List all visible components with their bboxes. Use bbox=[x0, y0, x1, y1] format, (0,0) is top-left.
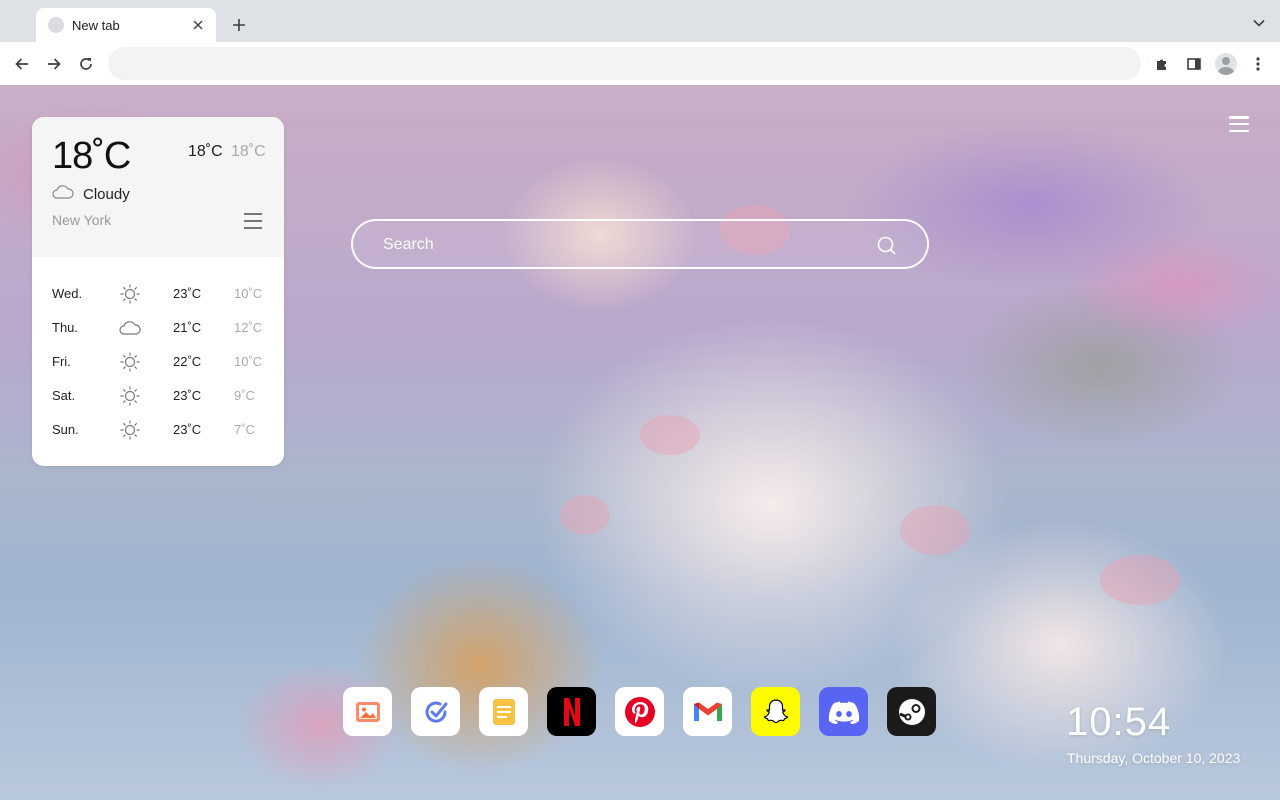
forecast-day: Sun. bbox=[52, 422, 79, 437]
forecast-row: Thu. 21˚C 12˚C bbox=[32, 311, 284, 345]
forecast-day: Sat. bbox=[52, 388, 76, 403]
forecast-day: Fri. bbox=[52, 354, 71, 369]
hamburger-menu-icon[interactable] bbox=[1229, 116, 1249, 132]
low-temperature: 18˚C bbox=[231, 143, 266, 160]
address-bar-input[interactable] bbox=[108, 47, 1141, 80]
forecast-high: 23˚C bbox=[173, 286, 202, 301]
tab-strip: New tab bbox=[0, 0, 1280, 42]
weather-condition: Cloudy bbox=[83, 186, 130, 203]
new-tab-button[interactable] bbox=[228, 14, 250, 36]
more-vertical-icon[interactable] bbox=[1246, 52, 1270, 76]
pinterest-icon[interactable] bbox=[615, 687, 664, 736]
new-tab-page: 18˚C 18˚C 18˚C Cloudy New York Wed. 23˚C… bbox=[0, 85, 1280, 800]
sun-icon bbox=[119, 419, 141, 441]
weather-city: New York bbox=[52, 212, 112, 228]
forecast-row: Fri. 22˚C 10˚C bbox=[32, 345, 284, 379]
tab-title: New tab bbox=[72, 17, 120, 33]
forecast-low: 7˚C bbox=[234, 422, 255, 437]
clock-date: Thursday, October 10, 2023 bbox=[1067, 750, 1241, 766]
image-icon[interactable] bbox=[343, 687, 392, 736]
forecast-high: 22˚C bbox=[173, 354, 202, 369]
sun-icon bbox=[119, 385, 141, 407]
search-input[interactable] bbox=[383, 233, 863, 257]
forecast-low: 12˚C bbox=[234, 320, 263, 335]
forecast-high: 23˚C bbox=[173, 422, 202, 437]
extensions-puzzle-icon[interactable] bbox=[1150, 52, 1174, 76]
gmail-icon[interactable] bbox=[683, 687, 732, 736]
search-icon[interactable] bbox=[877, 236, 897, 256]
weather-menu-icon[interactable] bbox=[244, 213, 262, 229]
tab-new-tab[interactable]: New tab bbox=[36, 8, 216, 42]
forecast-row: Wed. 23˚C 10˚C bbox=[32, 277, 284, 311]
sun-icon bbox=[119, 283, 141, 305]
netflix-icon[interactable] bbox=[547, 687, 596, 736]
check-icon[interactable] bbox=[411, 687, 460, 736]
forecast-row: Sun. 23˚C 7˚C bbox=[32, 413, 284, 447]
forecast-low: 9˚C bbox=[234, 388, 255, 403]
close-tab-icon[interactable] bbox=[190, 17, 206, 33]
high-temperature: 18˚C bbox=[188, 143, 223, 160]
snapchat-icon[interactable] bbox=[751, 687, 800, 736]
note-icon[interactable] bbox=[479, 687, 528, 736]
clock-time: 10:54 bbox=[1066, 700, 1172, 744]
forecast-row: Sat. 23˚C 9˚C bbox=[32, 379, 284, 413]
forward-arrow-icon[interactable] bbox=[42, 52, 66, 76]
app-dock bbox=[343, 687, 936, 736]
steam-icon[interactable] bbox=[887, 687, 936, 736]
forecast-low: 10˚C bbox=[234, 354, 263, 369]
forecast-high: 21˚C bbox=[173, 320, 202, 335]
back-arrow-icon[interactable] bbox=[10, 52, 34, 76]
browser-toolbar bbox=[0, 42, 1280, 85]
favicon-icon bbox=[48, 17, 64, 33]
forecast-low: 10˚C bbox=[234, 286, 263, 301]
forecast-day: Thu. bbox=[52, 320, 79, 335]
side-panel-icon[interactable] bbox=[1182, 52, 1206, 76]
weather-current: 18˚C 18˚C 18˚C Cloudy New York bbox=[32, 117, 284, 257]
cloud-icon bbox=[119, 317, 141, 339]
weather-widget: 18˚C 18˚C 18˚C Cloudy New York Wed. 23˚C… bbox=[32, 117, 284, 466]
tab-search-chevron-icon[interactable] bbox=[1250, 14, 1268, 32]
forecast-day: Wed. bbox=[52, 286, 83, 301]
forecast-high: 23˚C bbox=[173, 388, 202, 403]
cloud-icon bbox=[52, 185, 74, 199]
weather-forecast: Wed. 23˚C 10˚C Thu. 21˚C 12˚C Fri. 22˚C … bbox=[32, 277, 284, 447]
reload-icon[interactable] bbox=[74, 52, 98, 76]
discord-icon[interactable] bbox=[819, 687, 868, 736]
profile-avatar-icon[interactable] bbox=[1214, 52, 1238, 76]
current-temperature: 18˚C bbox=[52, 135, 131, 177]
search-bar bbox=[351, 219, 929, 269]
sun-icon bbox=[119, 351, 141, 373]
